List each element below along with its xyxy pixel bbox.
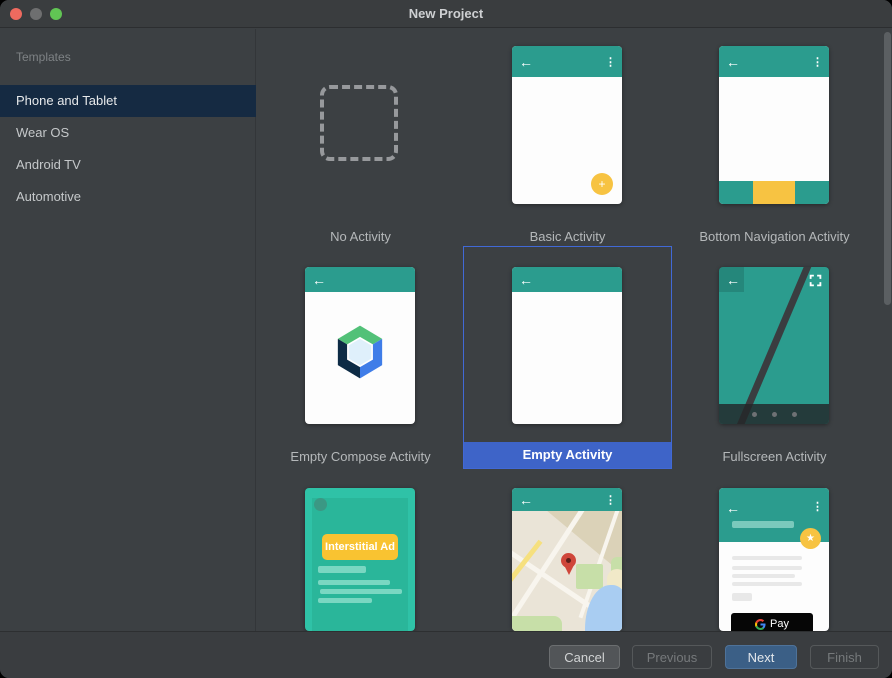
kebab-menu-icon: ⋮ [605, 56, 616, 68]
back-arrow-icon: ← [726, 53, 740, 70]
fab-plus-icon: + [591, 173, 613, 195]
window-title: New Project [408, 6, 484, 21]
gpay-button-label: Pay [770, 618, 789, 630]
back-arrow-icon: ← [519, 53, 533, 70]
new-project-dialog: New Project Templates Phone and Tablet W… [0, 0, 892, 678]
interstitial-ad-button: Interstitial Ad [322, 534, 398, 560]
gpay-button: Pay [731, 613, 813, 631]
star-fab-icon: ★ [800, 528, 821, 549]
template-label: No Activity [330, 229, 391, 244]
dialog-footer: Cancel Previous Next Finish [0, 631, 892, 678]
templates-sidebar: Templates Phone and Tablet Wear OS Andro… [0, 29, 256, 631]
back-button-area: ← [719, 267, 744, 292]
camera-dot-icon [314, 498, 327, 511]
template-label: Empty Compose Activity [290, 449, 431, 464]
template-grid: No Activity ← ⋮ + Basic Activity ← ⋮ Bot… [257, 29, 892, 631]
previous-button[interactable]: Previous [632, 645, 712, 669]
map-preview [512, 511, 622, 631]
sidebar-header: Templates [16, 50, 71, 64]
back-arrow-icon: ← [726, 500, 740, 516]
fullscreen-icon [809, 274, 822, 287]
template-label: Fullscreen Activity [722, 449, 827, 464]
kebab-menu-icon: ⋮ [605, 494, 616, 506]
sidebar-item-android-tv[interactable]: Android TV [0, 149, 256, 181]
sidebar-item-automotive[interactable]: Automotive [0, 181, 256, 213]
back-arrow-icon: ← [726, 271, 740, 288]
kebab-menu-icon: ⋮ [812, 56, 823, 68]
title-bar: New Project [0, 0, 892, 28]
finish-button[interactable]: Finish [810, 645, 879, 669]
google-g-icon [755, 618, 766, 630]
jetpack-compose-logo [337, 325, 383, 379]
kebab-menu-icon: ⋮ [812, 501, 823, 513]
cancel-button[interactable]: Cancel [549, 645, 620, 669]
template-label-selected: Empty Activity [464, 442, 671, 468]
sidebar-item-phone-and-tablet[interactable]: Phone and Tablet [0, 85, 256, 117]
no-activity-placeholder-icon [320, 85, 398, 161]
title-placeholder-line [732, 521, 794, 528]
template-label: Basic Activity [529, 229, 606, 244]
nav-buttons-bar [719, 404, 829, 424]
back-arrow-icon: ← [519, 491, 533, 508]
back-arrow-icon: ← [519, 271, 533, 288]
bottom-nav-bar [719, 181, 829, 204]
vertical-scrollbar[interactable] [884, 32, 891, 305]
template-label: Bottom Navigation Activity [699, 229, 850, 244]
ad-screen [312, 498, 408, 631]
back-arrow-icon: ← [312, 271, 326, 288]
sidebar-item-wear-os[interactable]: Wear OS [0, 117, 256, 149]
next-button[interactable]: Next [725, 645, 797, 669]
